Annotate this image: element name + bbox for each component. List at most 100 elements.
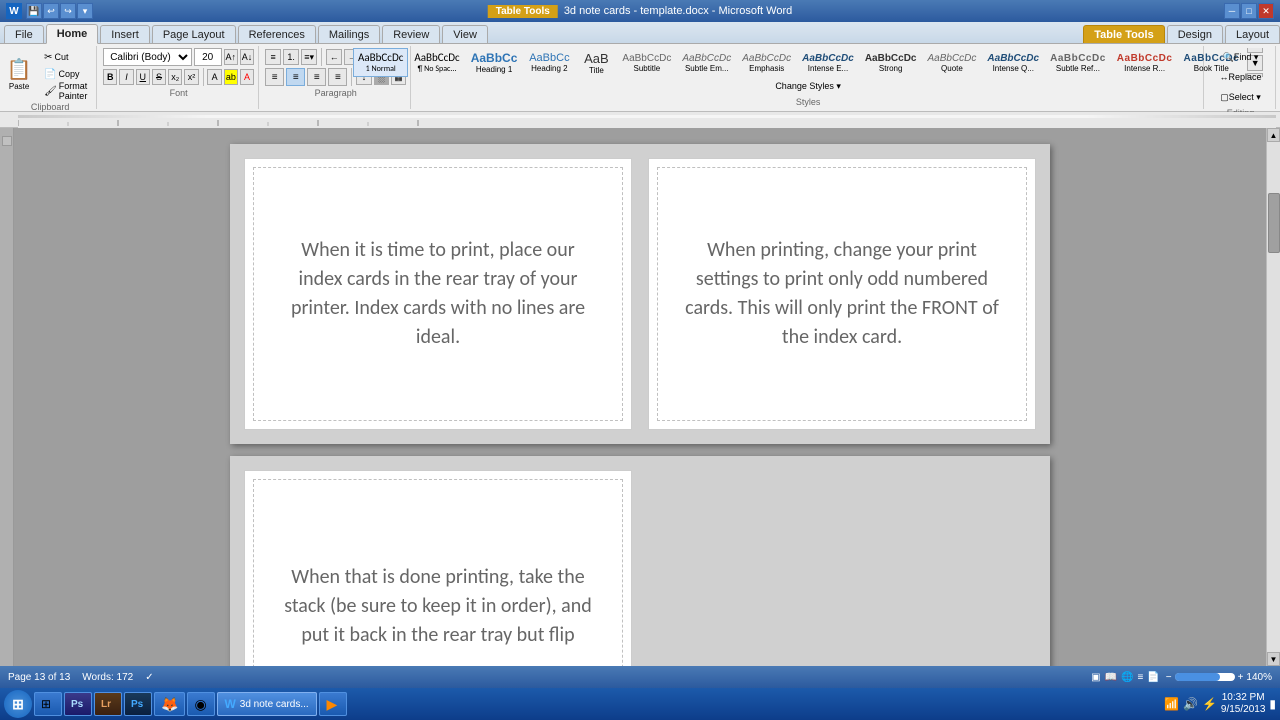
- text-highlight-button[interactable]: ab: [224, 69, 238, 85]
- format-painter-button[interactable]: 🖌Format Painter: [39, 83, 99, 99]
- style-subtitle[interactable]: AaBbCcDc Subtitle: [617, 50, 676, 76]
- change-styles-button[interactable]: Change Styles ▾: [768, 77, 848, 95]
- scroll-track[interactable]: [1267, 142, 1280, 652]
- style-heading2[interactable]: AaBbCc Heading 2: [523, 49, 575, 76]
- scroll-thumb[interactable]: [1268, 193, 1280, 253]
- tab-layout[interactable]: Layout: [1225, 25, 1280, 43]
- strikethrough-button[interactable]: S: [152, 69, 166, 85]
- italic-button[interactable]: I: [119, 69, 133, 85]
- view-reading-icon[interactable]: 📖: [1105, 672, 1117, 683]
- spell-check-icon[interactable]: ✓: [145, 672, 153, 683]
- style-intense-q[interactable]: AaBbCcDc Intense Q...: [982, 50, 1044, 76]
- superscript-button[interactable]: x²: [184, 69, 198, 85]
- align-right-button[interactable]: ≡: [307, 68, 326, 86]
- style-strong[interactable]: AaBbCcDc Strong: [860, 50, 922, 76]
- view-web-icon[interactable]: 🌐: [1121, 672, 1133, 683]
- minimize-button[interactable]: ─: [1224, 3, 1240, 19]
- ps-icon: Ps: [131, 699, 143, 710]
- maximize-button[interactable]: □: [1241, 3, 1257, 19]
- font-group: Calibri (Body) A↑ A↓ B I U S x₂ x² A ab …: [99, 46, 259, 109]
- copy-button[interactable]: 📄Copy: [39, 66, 99, 82]
- page-sheet-bottom: When that is done printing, take the sta…: [230, 456, 1050, 666]
- selection-handle[interactable]: [2, 136, 12, 146]
- decrease-indent-button[interactable]: ←: [326, 49, 342, 65]
- scroll-down-arrow[interactable]: ▼: [1267, 652, 1280, 666]
- style-no-space[interactable]: AaBbCcDc ¶ No Spac...: [409, 48, 464, 77]
- align-left-button[interactable]: ≡: [265, 68, 284, 86]
- taskbar-app-explorer[interactable]: ⊞: [34, 692, 62, 716]
- style-subtle-ref[interactable]: AaBbCcDc Subtle Ref...: [1045, 50, 1111, 76]
- tab-review[interactable]: Review: [382, 25, 440, 43]
- font-size-increase-button[interactable]: A↑: [224, 49, 238, 65]
- index-card-2-inner: When printing, change your print setting…: [657, 167, 1027, 421]
- font-label: Font: [170, 88, 188, 98]
- time-area[interactable]: 10:32 PM 9/15/2013: [1221, 692, 1266, 716]
- style-quote[interactable]: AaBbCcDc Quote: [923, 50, 982, 76]
- numbering-button[interactable]: 1.: [283, 49, 299, 65]
- taskbar-app-word[interactable]: W 3d note cards...: [217, 692, 317, 716]
- taskbar-app-firefox[interactable]: 🦊: [154, 692, 185, 716]
- editing-group: 🔍 Find ▾ ↔ Replace ▢ Select ▾ Editing: [1206, 46, 1276, 109]
- text-effects-button[interactable]: A: [207, 69, 221, 85]
- zoom-slider[interactable]: [1175, 673, 1235, 681]
- tab-home[interactable]: Home: [46, 24, 99, 44]
- taskbar-app-vlc[interactable]: ▶: [319, 692, 347, 716]
- font-name-row: Calibri (Body) A↑ A↓: [103, 48, 254, 66]
- font-color-button[interactable]: A: [240, 69, 254, 85]
- zoom-in-icon[interactable]: +: [1238, 672, 1244, 683]
- tab-page-layout[interactable]: Page Layout: [152, 25, 236, 43]
- style-intense-r[interactable]: AaBbCcDc Intense R...: [1112, 50, 1178, 76]
- style-emphasis[interactable]: AaBbCcDc Emphasis: [737, 50, 796, 76]
- tab-mailings[interactable]: Mailings: [318, 25, 380, 43]
- ribbon-content: 📋 Paste ✂Cut 📄Copy 🖌Format Painter Clipb…: [0, 44, 1280, 112]
- close-button[interactable]: ✕: [1258, 3, 1274, 19]
- style-normal[interactable]: AaBbCcDc 1 Normal: [353, 48, 408, 77]
- current-time: 10:32 PM: [1221, 692, 1266, 704]
- tab-design[interactable]: Design: [1167, 25, 1223, 43]
- quick-save-icon[interactable]: 💾: [26, 3, 42, 19]
- vlc-icon: ▶: [326, 696, 337, 713]
- taskbar-app-ps[interactable]: Ps: [124, 692, 152, 716]
- scroll-up-arrow[interactable]: ▲: [1267, 128, 1280, 142]
- zoom-out-icon[interactable]: −: [1166, 672, 1172, 683]
- bullets-button[interactable]: ≡: [265, 49, 281, 65]
- find-button[interactable]: 🔍 Find ▾: [1206, 48, 1276, 66]
- view-normal-icon[interactable]: ▣: [1091, 672, 1100, 683]
- taskbar-app-chrome[interactable]: ◉: [187, 692, 215, 716]
- show-desktop-icon[interactable]: ▮: [1269, 697, 1276, 711]
- start-button[interactable]: ⊞: [4, 690, 32, 718]
- tab-file[interactable]: File: [4, 25, 44, 43]
- font-name-select[interactable]: Calibri (Body): [103, 48, 191, 66]
- multilevel-list-button[interactable]: ≡▾: [301, 49, 317, 65]
- font-size-decrease-button[interactable]: A↓: [240, 49, 254, 65]
- style-subtle-em[interactable]: AaBbCcDc Subtle Em...: [677, 50, 736, 76]
- styles-label: Styles: [796, 97, 821, 107]
- taskbar-app-lr[interactable]: Lr: [94, 692, 122, 716]
- tab-insert[interactable]: Insert: [100, 25, 150, 43]
- bold-button[interactable]: B: [103, 69, 117, 85]
- firefox-icon: 🦊: [161, 696, 178, 713]
- cut-button[interactable]: ✂Cut: [39, 49, 99, 65]
- document-content: When it is time to print, place our inde…: [14, 128, 1266, 666]
- quick-redo-icon[interactable]: ↪: [60, 3, 76, 19]
- font-size-input[interactable]: [194, 48, 222, 66]
- justify-button[interactable]: ≡: [328, 68, 347, 86]
- view-outline-icon[interactable]: ≡: [1137, 672, 1143, 683]
- replace-button[interactable]: ↔ Replace: [1206, 68, 1276, 86]
- align-center-button[interactable]: ≡: [286, 68, 305, 86]
- select-button[interactable]: ▢ Select ▾: [1206, 88, 1276, 106]
- underline-button[interactable]: U: [136, 69, 150, 85]
- quick-undo-icon[interactable]: ↩: [43, 3, 59, 19]
- taskbar-app-ps2[interactable]: Ps: [64, 692, 92, 716]
- tab-view[interactable]: View: [442, 25, 488, 43]
- view-draft-icon[interactable]: 📄: [1147, 672, 1159, 683]
- style-intense-e[interactable]: AaBbCcDc Intense E...: [797, 50, 859, 76]
- quick-menu-icon[interactable]: ▾: [77, 3, 93, 19]
- style-title[interactable]: AaB Title: [576, 48, 616, 77]
- taskbar-right: 📶 🔊 ⚡ 10:32 PM 9/15/2013 ▮: [1164, 692, 1276, 716]
- paste-button[interactable]: 📋 Paste: [1, 48, 37, 100]
- style-heading1[interactable]: AaBbCc Heading 1: [466, 48, 523, 77]
- tab-references[interactable]: References: [238, 25, 316, 43]
- word-count: Words: 172: [82, 672, 133, 683]
- subscript-button[interactable]: x₂: [168, 69, 182, 85]
